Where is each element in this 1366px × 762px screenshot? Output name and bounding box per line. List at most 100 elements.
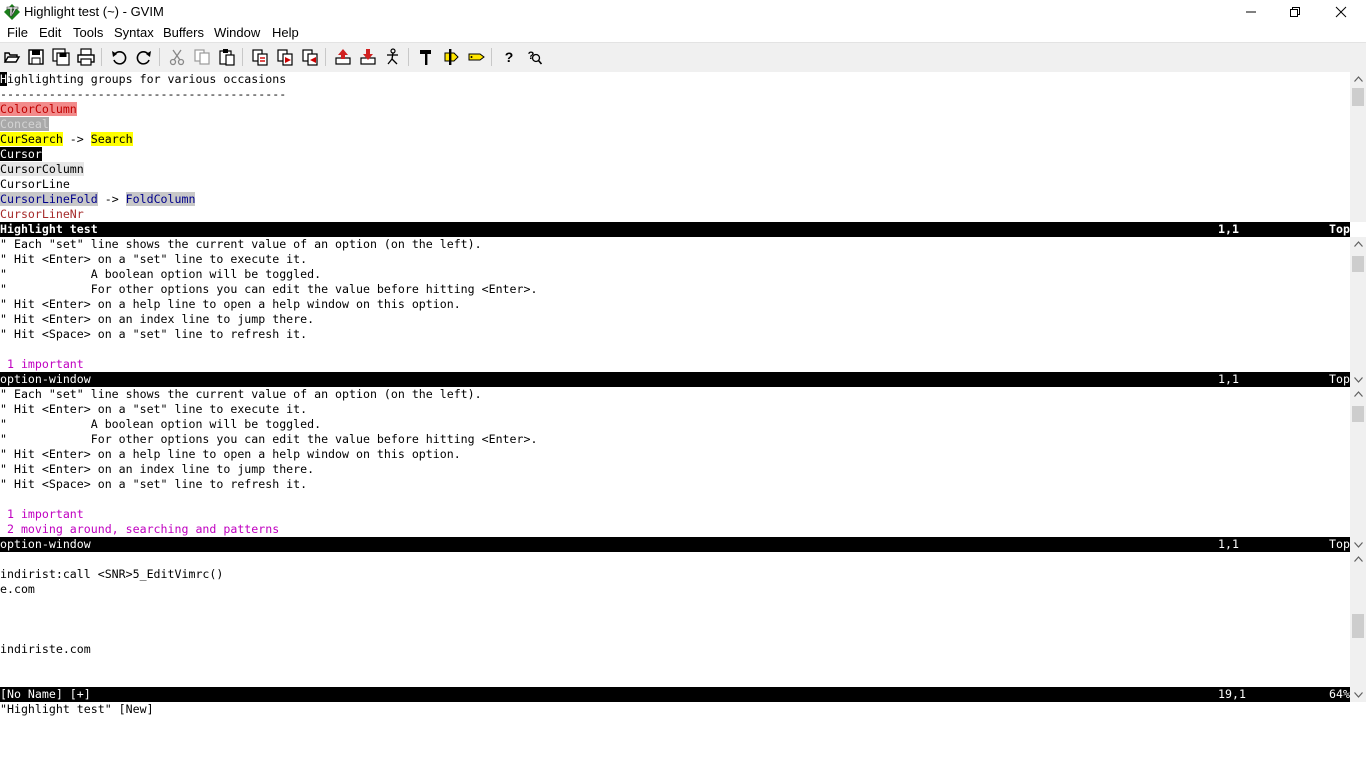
scrollbar-window-4[interactable] bbox=[1350, 552, 1366, 702]
line-cursorlinenr: CursorLineNr bbox=[0, 207, 84, 222]
highlight-cursorcolumn: CursorColumn bbox=[0, 162, 84, 176]
jump-tag-button[interactable] bbox=[466, 47, 486, 67]
menu-tools[interactable]: Tools bbox=[73, 25, 103, 40]
paste-button[interactable] bbox=[217, 47, 237, 67]
scroll-up-arrow[interactable] bbox=[1350, 237, 1366, 251]
make-icon bbox=[420, 50, 431, 65]
highlight-cursorlinefold: CursorLineFold bbox=[0, 192, 98, 206]
scroll-up-arrow[interactable] bbox=[1350, 72, 1366, 86]
chevron-down-icon bbox=[1353, 692, 1363, 698]
scroll-down-arrow[interactable] bbox=[1350, 688, 1366, 702]
scrollbar-window-2[interactable] bbox=[1350, 237, 1366, 387]
highlight-foldcolumn: FoldColumn bbox=[125, 192, 196, 206]
chevron-up-icon bbox=[1353, 556, 1363, 562]
status-line-option-window[interactable]: option-window 1,1 Top bbox=[0, 537, 1350, 552]
highlight-cursorlinenr: CursorLineNr bbox=[0, 207, 84, 221]
cut-button[interactable] bbox=[167, 47, 187, 67]
heading-text: ighlighting groups for various occasions bbox=[6, 72, 287, 86]
status-position: 1,1 bbox=[1218, 222, 1239, 236]
find-prev-icon bbox=[302, 49, 318, 66]
load-session-button[interactable] bbox=[333, 47, 353, 67]
comment-line: " Each "set" line shows the current valu… bbox=[0, 387, 482, 401]
replace-button[interactable] bbox=[250, 47, 270, 67]
buffer-line: indiriste.com bbox=[0, 642, 91, 656]
scroll-thumb[interactable] bbox=[1352, 256, 1364, 272]
scroll-up-arrow[interactable] bbox=[1350, 387, 1366, 401]
save-session-button[interactable] bbox=[358, 47, 378, 67]
comment-line: " A boolean option will be toggled. bbox=[0, 267, 322, 281]
scroll-up-arrow[interactable] bbox=[1350, 552, 1366, 566]
undo-button[interactable] bbox=[109, 47, 129, 67]
find-next-button[interactable] bbox=[275, 47, 295, 67]
comment-line: " Each "set" line shows the current valu… bbox=[0, 237, 482, 251]
redo-icon bbox=[136, 51, 151, 65]
editor-area[interactable]: Highlighting groups for various occasion… bbox=[0, 72, 1350, 718]
scroll-down-arrow[interactable] bbox=[1350, 373, 1366, 387]
comment-line: " Hit <Enter> on a help line to open a h… bbox=[0, 297, 461, 311]
status-percent: Top bbox=[1329, 537, 1350, 551]
window-title: Highlight test (~) - GVIM bbox=[24, 4, 164, 19]
line-cursor: Cursor bbox=[0, 147, 42, 162]
section-important[interactable]: 1 important bbox=[0, 507, 84, 522]
comment-line: " Hit <Enter> on a "set" line to execute… bbox=[0, 402, 308, 416]
scrollbar-window-1[interactable] bbox=[1350, 72, 1366, 237]
save-all-button[interactable] bbox=[51, 47, 71, 67]
save-session-icon bbox=[360, 49, 376, 65]
highlight-cursorline: CursorLine bbox=[0, 177, 70, 191]
paste-icon bbox=[219, 49, 235, 66]
print-button[interactable] bbox=[76, 47, 96, 67]
menu-edit[interactable]: Edit bbox=[39, 25, 61, 40]
restore-button[interactable] bbox=[1272, 0, 1318, 23]
status-line-option-window[interactable]: option-window 1,1 Top bbox=[0, 372, 1350, 387]
run-script-button[interactable] bbox=[383, 47, 403, 67]
build-tags-button[interactable] bbox=[441, 47, 461, 67]
buffer-line: e.com bbox=[0, 582, 35, 596]
find-help-icon: ? bbox=[528, 50, 543, 65]
highlight-colorcolumn: ColorColumn bbox=[0, 102, 77, 116]
section-important[interactable]: 1 important bbox=[0, 357, 84, 372]
status-gap bbox=[1350, 222, 1366, 237]
redo-button[interactable] bbox=[134, 47, 154, 67]
scroll-down-arrow[interactable] bbox=[1350, 538, 1366, 552]
scrollbar-window-3[interactable] bbox=[1350, 387, 1366, 552]
menu-buffers[interactable]: Buffers bbox=[163, 25, 204, 40]
highlight-cursor: Cursor bbox=[0, 147, 42, 161]
save-button[interactable] bbox=[26, 47, 46, 67]
minimize-icon bbox=[1246, 11, 1256, 12]
save-all-icon bbox=[52, 48, 70, 66]
make-button[interactable] bbox=[416, 47, 436, 67]
find-help-button[interactable]: ? bbox=[524, 47, 544, 67]
find-prev-button[interactable] bbox=[300, 47, 320, 67]
menu-syntax[interactable]: Syntax bbox=[114, 25, 154, 40]
command-line[interactable]: "Highlight test" [New] bbox=[0, 702, 154, 717]
scroll-thumb[interactable] bbox=[1352, 406, 1364, 422]
heading-line: Highlighting groups for various occasion… bbox=[0, 72, 286, 87]
chevron-up-icon bbox=[1353, 76, 1363, 82]
line-cursearch: CurSearch -> Search bbox=[0, 132, 133, 147]
open-button[interactable] bbox=[2, 47, 22, 67]
status-percent: Top bbox=[1329, 372, 1350, 386]
line-colorcolumn: ColorColumn bbox=[0, 102, 77, 117]
status-filename: option-window bbox=[0, 537, 91, 551]
copy-button[interactable] bbox=[192, 47, 212, 67]
help-button[interactable]: ? bbox=[499, 47, 519, 67]
menu-window[interactable]: Window bbox=[214, 25, 260, 40]
comment-line: " For other options you can edit the val… bbox=[0, 282, 538, 296]
menu-file[interactable]: File bbox=[7, 25, 28, 40]
close-button[interactable] bbox=[1318, 0, 1364, 23]
chevron-up-icon bbox=[1353, 391, 1363, 397]
status-percent: Top bbox=[1329, 222, 1350, 236]
comment-line: " A boolean option will be toggled. bbox=[0, 417, 322, 431]
status-line-no-name[interactable]: [No Name] [+] 19,1 64% bbox=[0, 687, 1350, 702]
section-moving-around[interactable]: 2 moving around, searching and patterns bbox=[0, 522, 279, 537]
minimize-button[interactable] bbox=[1228, 0, 1274, 23]
menu-help[interactable]: Help bbox=[272, 25, 299, 40]
menu-bar: File Edit Tools Syntax Buffers Window He… bbox=[0, 23, 1366, 42]
replace-icon bbox=[252, 49, 268, 66]
scroll-thumb[interactable] bbox=[1352, 614, 1364, 638]
line-cursorlinefold: CursorLineFold -> FoldColumn bbox=[0, 192, 196, 207]
toolbar-separator bbox=[159, 48, 160, 66]
link-arrow: -> bbox=[62, 132, 91, 146]
status-line-highlight-test[interactable]: Highlight test 1,1 Top bbox=[0, 222, 1350, 237]
scroll-thumb[interactable] bbox=[1352, 88, 1364, 106]
